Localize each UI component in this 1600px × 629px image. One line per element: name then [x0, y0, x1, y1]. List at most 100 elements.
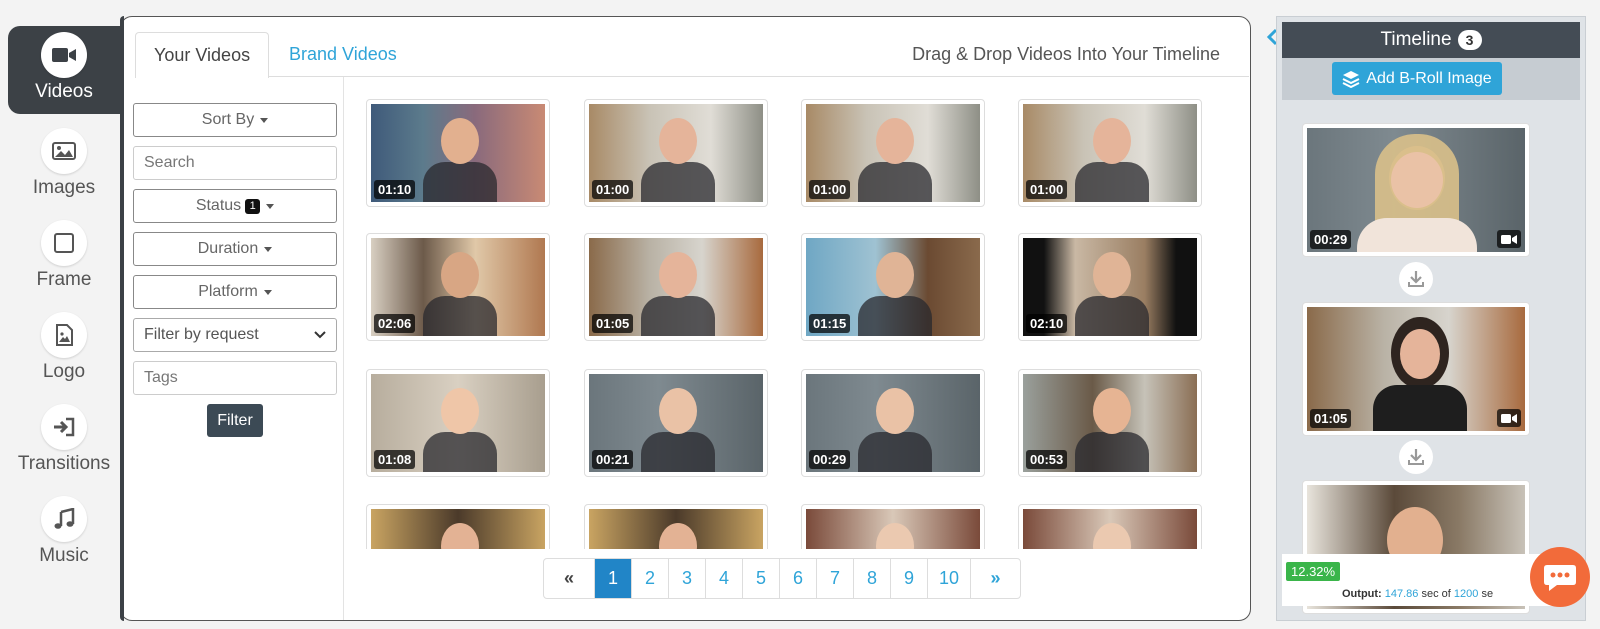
- platform-label: Platform: [198, 283, 258, 300]
- nav-label: Videos: [35, 81, 93, 102]
- page-4[interactable]: 4: [705, 559, 742, 598]
- person-body: [641, 296, 715, 336]
- page-3[interactable]: 3: [668, 559, 705, 598]
- clip-duration: 01:05: [1310, 409, 1352, 428]
- panel-divider: [343, 77, 344, 620]
- filter-button[interactable]: Filter: [207, 404, 263, 437]
- video-duration: 01:00: [1026, 180, 1068, 199]
- output-unit: se: [1481, 588, 1494, 600]
- sort-by-dropdown[interactable]: Sort By: [133, 103, 337, 137]
- tab-brand-videos[interactable]: Brand Videos: [271, 32, 415, 78]
- page-7[interactable]: 7: [816, 559, 853, 598]
- video-preview-image: 00:29: [806, 374, 980, 472]
- video-preview-image: 01:15: [806, 238, 980, 336]
- video-thumbnail[interactable]: 01:00: [801, 99, 985, 207]
- video-thumbnail[interactable]: 00:29: [801, 369, 985, 477]
- person-body: [641, 432, 715, 472]
- video-camera-icon: [41, 32, 87, 78]
- video-preview-image: 01:10: [371, 104, 545, 202]
- nav-label: Images: [32, 177, 96, 198]
- video-thumbnail[interactable]: 01:08: [366, 369, 550, 477]
- chat-button[interactable]: [1530, 547, 1590, 607]
- page-6[interactable]: 6: [779, 559, 816, 598]
- page-10[interactable]: 10: [927, 559, 970, 598]
- download-transition-icon[interactable]: [1399, 440, 1433, 474]
- caret-down-icon: [266, 203, 275, 209]
- nav-videos[interactable]: Videos: [8, 26, 120, 114]
- video-thumbnail[interactable]: 01:15: [801, 233, 985, 341]
- video-library-panel: Your Videos Brand Videos Drag & Drop Vid…: [120, 16, 1251, 621]
- nav-label: Music: [39, 545, 89, 566]
- clip-thumbnail: 00:29: [1307, 128, 1525, 252]
- video-thumbnail[interactable]: 00:53: [1018, 369, 1202, 477]
- video-preview-image: [806, 509, 980, 549]
- nav-transitions[interactable]: Transitions: [8, 398, 120, 486]
- nav-logo[interactable]: Logo: [8, 306, 120, 394]
- clip-thumbnail: 01:05: [1307, 307, 1525, 431]
- video-thumbnail[interactable]: 01:00: [584, 99, 768, 207]
- music-note-icon: [41, 496, 87, 542]
- drag-drop-instruction: Drag & Drop Videos Into Your Timeline: [912, 44, 1220, 64]
- person-body: [423, 432, 497, 472]
- output-used: 147.86: [1384, 588, 1419, 600]
- timeline-toolbar: Add B-Roll Image: [1282, 58, 1580, 100]
- timeline-title: Timeline: [1380, 29, 1452, 50]
- timeline-clip[interactable]: 01:05: [1302, 302, 1530, 436]
- nav-label: Logo: [42, 361, 86, 382]
- video-thumbnail[interactable]: [801, 504, 985, 549]
- page-2[interactable]: 2: [631, 559, 668, 598]
- video-preview-image: 00:53: [1023, 374, 1197, 472]
- nav-frame[interactable]: Frame: [8, 214, 120, 302]
- page-1[interactable]: 1: [594, 559, 631, 598]
- timeline-clip[interactable]: 00:29: [1302, 123, 1530, 257]
- tab-your-videos[interactable]: Your Videos: [135, 32, 270, 78]
- output-label: Output:: [1342, 588, 1382, 600]
- person-body: [858, 432, 932, 472]
- person-figure: [659, 388, 697, 434]
- video-duration: 01:05: [592, 314, 634, 333]
- video-thumbnail[interactable]: 01:10: [366, 99, 550, 207]
- tags-input[interactable]: Tags: [133, 361, 337, 395]
- person-figure: [876, 523, 914, 549]
- video-thumbnail[interactable]: [584, 504, 768, 549]
- video-thumbnail[interactable]: 01:05: [584, 233, 768, 341]
- download-transition-icon[interactable]: [1399, 262, 1433, 296]
- video-duration: 01:00: [592, 180, 634, 199]
- video-thumbnail[interactable]: [1018, 504, 1202, 549]
- page-8[interactable]: 8: [853, 559, 890, 598]
- video-preview-image: [589, 509, 763, 549]
- page-5[interactable]: 5: [742, 559, 779, 598]
- image-icon: [41, 128, 87, 174]
- video-duration: 01:15: [809, 314, 851, 333]
- timeline-footer: 12.32% Output: 147.86 sec of 1200 se: [1282, 554, 1562, 606]
- output-summary: Output: 147.86 sec of 1200 se: [1342, 588, 1493, 600]
- video-preview-image: [1023, 509, 1197, 549]
- video-thumbnail[interactable]: 00:21: [584, 369, 768, 477]
- status-dropdown[interactable]: Status 1: [133, 189, 337, 223]
- nav-images[interactable]: Images: [8, 122, 120, 210]
- video-preview-image: 01:00: [806, 104, 980, 202]
- panel-left-edge: [120, 16, 124, 621]
- video-thumbnail[interactable]: [366, 504, 550, 549]
- request-select[interactable]: Filter by request: [133, 318, 337, 352]
- add-broll-button[interactable]: Add B-Roll Image: [1332, 62, 1502, 95]
- video-duration: 00:53: [1026, 450, 1068, 469]
- status-label: Status: [195, 197, 242, 214]
- video-grid: 01:10 01:00 01:00 01:00 02:06 01:05 01:15 02:10…: [366, 99, 1206, 549]
- video-thumbnail[interactable]: 01:00: [1018, 99, 1202, 207]
- video-duration: 00:21: [592, 450, 634, 469]
- page-9[interactable]: 9: [890, 559, 927, 598]
- layers-icon: [1342, 70, 1360, 88]
- platform-dropdown[interactable]: Platform: [133, 275, 337, 309]
- prev-page-button[interactable]: «: [544, 559, 594, 598]
- video-thumbnail[interactable]: 02:10: [1018, 233, 1202, 341]
- duration-dropdown[interactable]: Duration: [133, 232, 337, 266]
- nav-music[interactable]: Music: [8, 490, 120, 578]
- video-duration: 02:10: [1026, 314, 1068, 333]
- square-icon: [41, 220, 87, 266]
- search-input[interactable]: Search: [133, 146, 337, 180]
- next-page-button[interactable]: »: [970, 559, 1020, 598]
- person-figure: [1093, 252, 1131, 298]
- video-thumbnail[interactable]: 02:06: [366, 233, 550, 341]
- add-broll-label: Add B-Roll Image: [1366, 69, 1492, 87]
